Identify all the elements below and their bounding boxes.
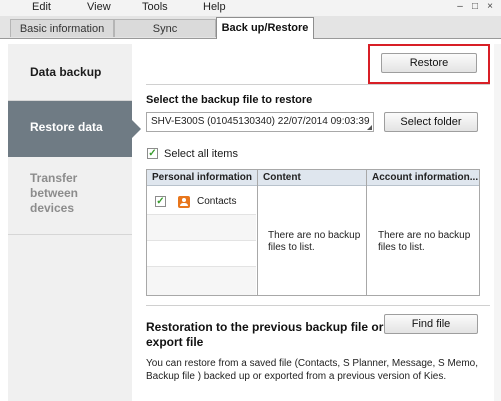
- column-header-personal-information: Personal information: [147, 170, 257, 186]
- backup-items-table: Personal information Content Account inf…: [146, 169, 480, 296]
- nav-restore-data[interactable]: Restore data: [8, 101, 141, 157]
- nav-transfer-label-line-3: devices: [30, 201, 75, 215]
- account-empty-message: There are no backup files to list.: [378, 230, 471, 253]
- section-divider: [146, 84, 490, 85]
- nav-transfer-label-line-1: Transfer: [30, 171, 78, 185]
- backup-file-value: SHV-E300S (01045130340) 22/07/2014 09:03…: [151, 116, 370, 127]
- list-item-contacts[interactable]: ✓ Contacts: [147, 186, 257, 211]
- restore-previous-title-line-2: export file: [146, 335, 204, 349]
- menu-edit[interactable]: Edit: [32, 1, 51, 13]
- close-icon[interactable]: ×: [484, 1, 496, 13]
- row-divider: [147, 240, 256, 241]
- empty-row: [147, 267, 256, 295]
- side-nav: Data backup Restore data Transfer betwee…: [8, 44, 141, 401]
- nav-transfer-between-devices[interactable]: Transfer between devices: [8, 171, 132, 231]
- nav-data-backup[interactable]: Data backup: [8, 44, 132, 100]
- contacts-label: Contacts: [197, 196, 237, 207]
- contacts-icon: [178, 196, 190, 208]
- nav-restore-data-label: Restore data: [30, 120, 103, 134]
- nav-active-arrow-icon: [132, 120, 141, 138]
- tab-sync[interactable]: Sync: [114, 19, 216, 37]
- select-all-checkbox[interactable]: ✓: [147, 148, 158, 159]
- select-backup-file-label: Select the backup file to restore: [146, 94, 313, 106]
- tab-bar: Basic information Sync Back up/Restore: [0, 16, 501, 39]
- restore-previous-title-line-1: Restoration to the previous backup file …: [146, 320, 384, 334]
- section-divider: [146, 305, 490, 306]
- column-header-account-information: Account information...: [367, 170, 479, 186]
- contacts-checkbox[interactable]: ✓: [155, 196, 166, 207]
- select-folder-button[interactable]: Select folder: [384, 112, 478, 132]
- restore-previous-title: Restoration to the previous backup file …: [146, 320, 386, 350]
- nav-divider: [8, 234, 132, 235]
- menu-tools[interactable]: Tools: [142, 1, 168, 13]
- menu-help[interactable]: Help: [203, 1, 226, 13]
- select-all-label: Select all items: [164, 148, 238, 160]
- nav-data-backup-label: Data backup: [30, 65, 102, 79]
- restore-previous-description: You can restore from a saved file (Conta…: [146, 358, 479, 382]
- nav-transfer-label-line-2: between: [30, 186, 79, 200]
- column-divider: [257, 170, 258, 295]
- column-header-content: Content: [258, 170, 366, 186]
- empty-row: [147, 215, 256, 240]
- tab-basic-information[interactable]: Basic information: [10, 19, 114, 37]
- find-file-button[interactable]: Find file: [384, 314, 478, 334]
- menu-bar: Edit View Tools Help – □ ×: [0, 0, 501, 16]
- menu-view[interactable]: View: [87, 1, 111, 13]
- resize-grip-icon: [367, 125, 372, 130]
- content-empty-message: There are no backup files to list.: [268, 230, 361, 253]
- backup-file-select[interactable]: SHV-E300S (01045130340) 22/07/2014 09:03…: [146, 112, 374, 132]
- scrollbar[interactable]: [494, 44, 501, 401]
- restore-button[interactable]: Restore: [381, 53, 477, 73]
- maximize-icon[interactable]: □: [469, 1, 481, 13]
- minimize-icon[interactable]: –: [454, 1, 466, 13]
- tab-backup-restore[interactable]: Back up/Restore: [216, 17, 314, 39]
